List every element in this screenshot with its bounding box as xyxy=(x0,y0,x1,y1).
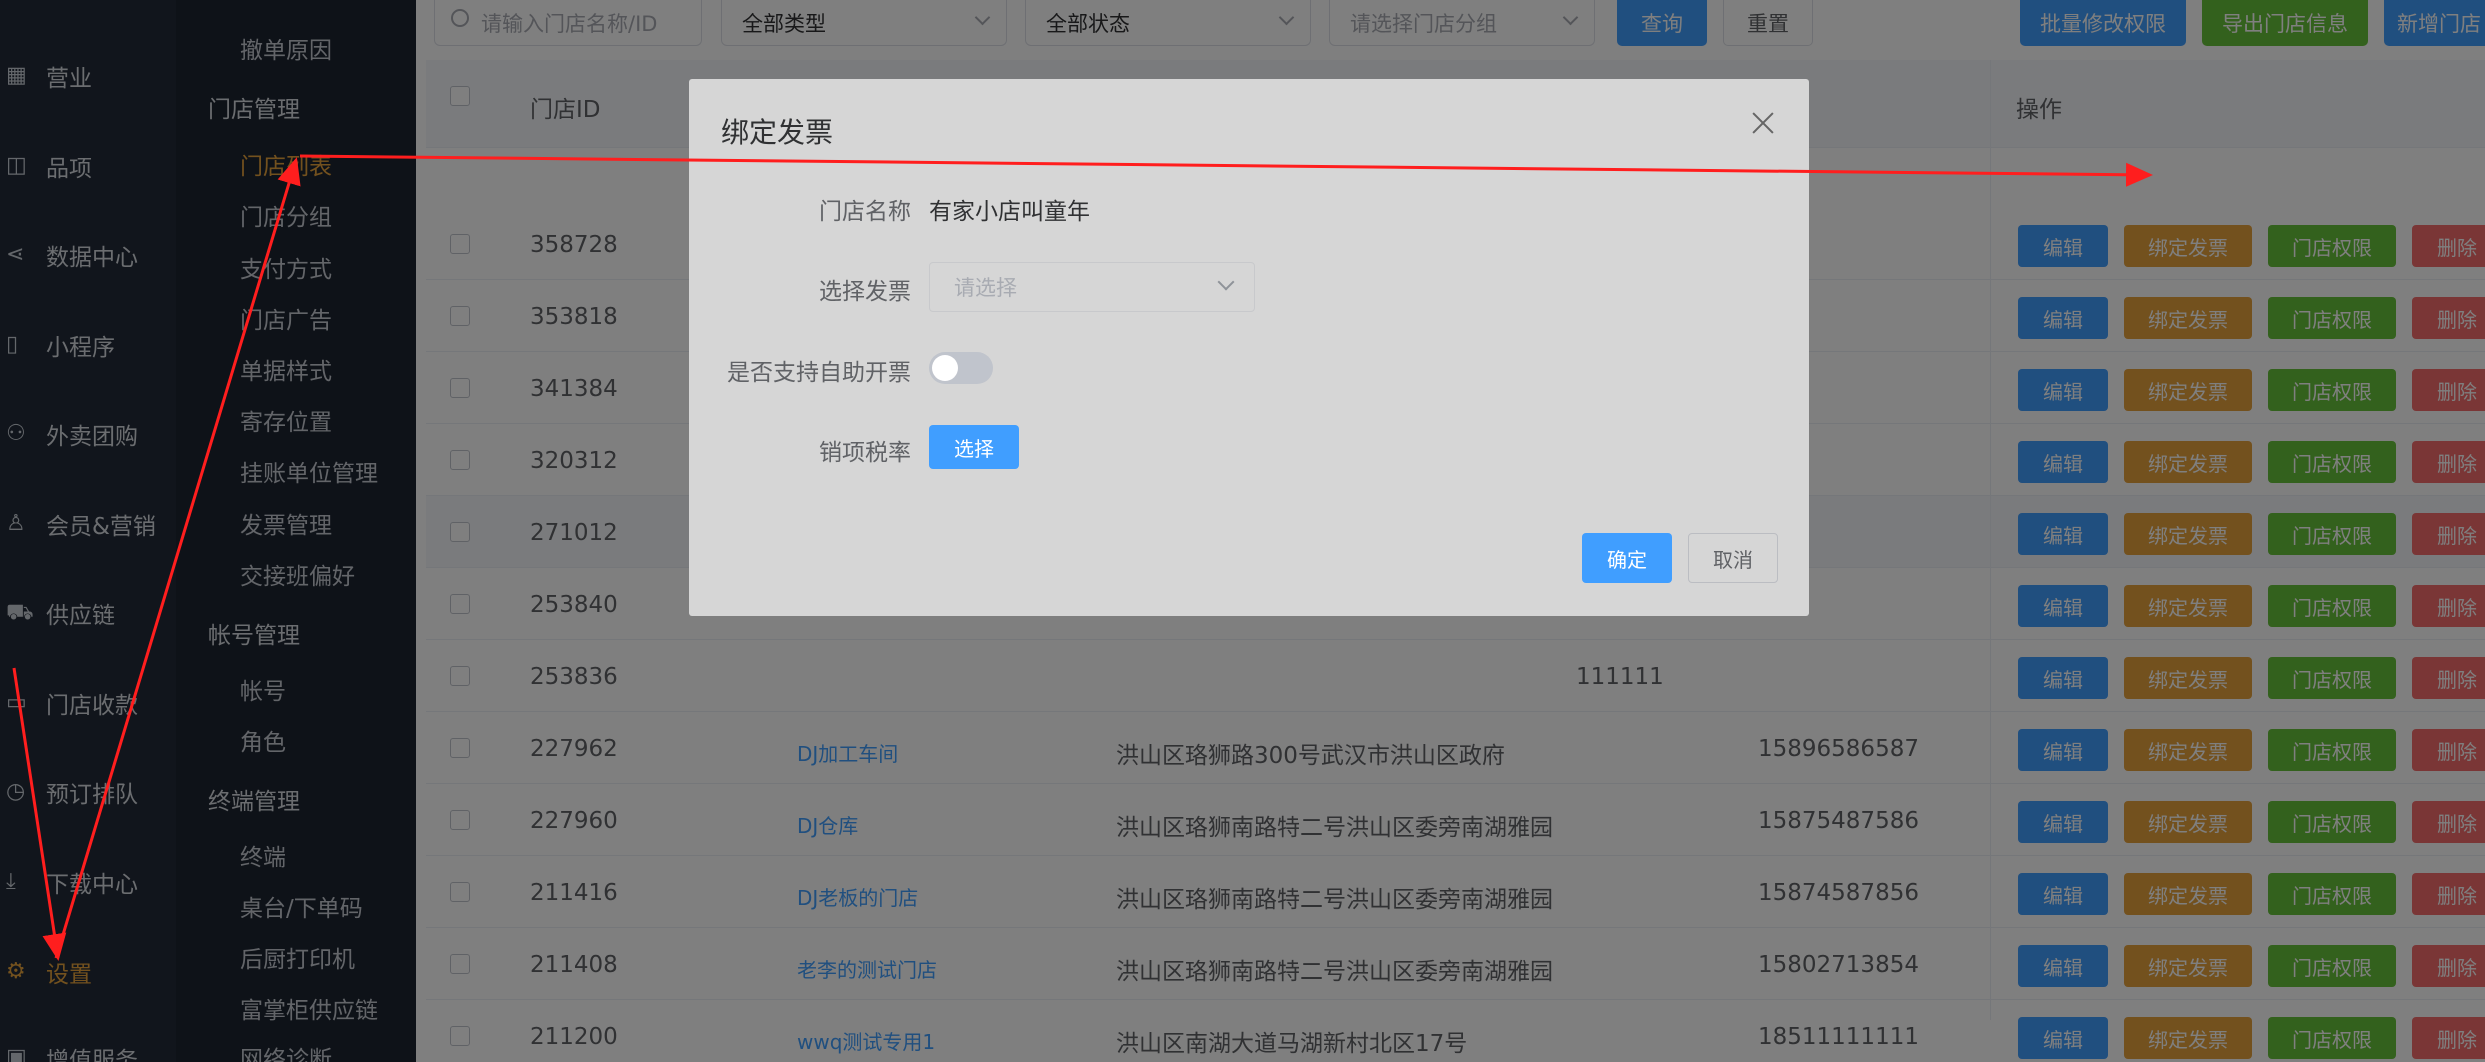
bind-invoice-dialog: 绑定发票 门店名称 有家小店叫童年 选择发票 请选择 是否支持自助开票 销项税率… xyxy=(689,79,1809,616)
invoice-select-label: 选择发票 xyxy=(819,279,911,305)
dialog-title: 绑定发票 xyxy=(721,116,834,149)
invoice-select[interactable]: 请选择 xyxy=(929,262,1255,312)
confirm-button[interactable]: 确定 xyxy=(1582,533,1672,583)
store-name-label: 门店名称 xyxy=(819,199,911,225)
tax-rate-label: 销项税率 xyxy=(819,440,911,466)
self-invoice-toggle[interactable] xyxy=(929,352,993,384)
cancel-button[interactable]: 取消 xyxy=(1688,533,1778,583)
self-invoice-label: 是否支持自助开票 xyxy=(727,360,911,386)
app-window: ▦营业 ◫品项 ⋖数据中心 ▯小程序 ⚇外卖团购 ♙会员&营销 ⛟供应链 ▭门店… xyxy=(0,0,2485,1062)
store-name-value: 有家小店叫童年 xyxy=(929,199,1090,225)
chevron-down-icon xyxy=(1217,273,1235,291)
close-icon[interactable] xyxy=(1751,111,1775,135)
tax-rate-select-button[interactable]: 选择 xyxy=(929,425,1019,469)
